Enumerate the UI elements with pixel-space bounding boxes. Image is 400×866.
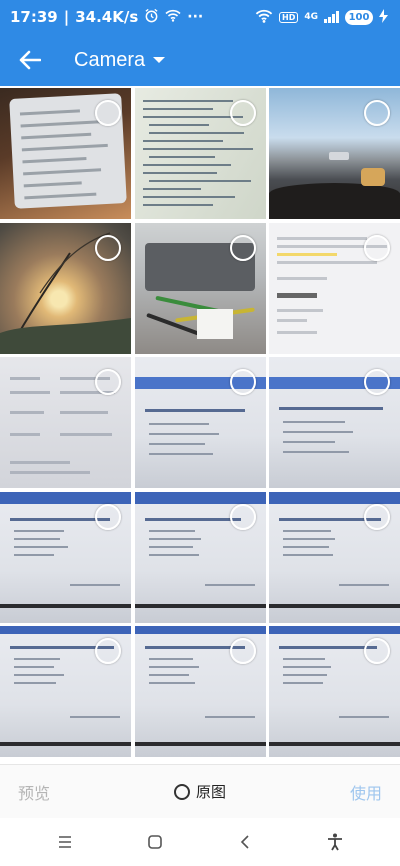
home-nav-button[interactable] xyxy=(135,822,175,862)
app-bar: Camera xyxy=(0,34,400,86)
photo-thumbnail[interactable] xyxy=(269,88,400,219)
select-checkbox[interactable] xyxy=(364,100,390,126)
photo-thumbnail[interactable] xyxy=(0,626,131,757)
album-title: Camera xyxy=(74,48,146,71)
network-type: 4G xyxy=(304,12,318,22)
photo-thumbnail[interactable] xyxy=(0,491,131,623)
select-checkbox[interactable] xyxy=(95,638,121,664)
select-checkbox[interactable] xyxy=(229,638,256,664)
status-right: HD 4G 100 xyxy=(255,8,388,26)
original-image-toggle[interactable]: 原图 xyxy=(173,781,226,802)
photo-thumbnail[interactable] xyxy=(134,88,266,219)
select-checkbox[interactable] xyxy=(364,369,390,395)
hd-badge: HD xyxy=(279,11,299,23)
photo-thumbnail[interactable] xyxy=(269,222,400,354)
photo-thumbnail[interactable] xyxy=(269,491,400,623)
photo-content xyxy=(269,183,400,219)
select-checkbox[interactable] xyxy=(364,638,390,664)
caret-down-icon xyxy=(153,57,166,63)
select-checkbox[interactable] xyxy=(229,234,256,261)
photo-thumbnail[interactable] xyxy=(0,357,131,488)
home-square-icon xyxy=(148,835,162,849)
signal-icon xyxy=(324,11,339,23)
photo-grid xyxy=(0,88,400,763)
menu-lines-icon xyxy=(59,836,71,848)
select-checkbox[interactable] xyxy=(229,503,256,530)
charging-icon xyxy=(379,8,388,26)
photo-thumbnail[interactable] xyxy=(269,357,400,488)
status-bar: 17:39 | 34.4K/s ··· HD 4G 100 xyxy=(0,0,400,34)
select-checkbox[interactable] xyxy=(95,234,121,261)
photo-thumbnail[interactable] xyxy=(269,626,400,757)
photo-thumbnail[interactable] xyxy=(134,222,266,354)
photo-thumbnail[interactable] xyxy=(134,491,266,623)
accessibility-icon xyxy=(328,833,342,851)
radio-unchecked-icon[interactable] xyxy=(173,783,190,800)
wifi-icon xyxy=(255,9,273,26)
alarm-icon xyxy=(144,8,159,27)
select-checkbox[interactable] xyxy=(229,100,256,126)
status-time: 17:39 xyxy=(10,8,58,26)
status-left: 17:39 | 34.4K/s ··· xyxy=(10,8,203,27)
select-checkbox[interactable] xyxy=(364,503,390,530)
use-button[interactable]: 使用 xyxy=(350,780,382,804)
more-dots-icon: ··· xyxy=(187,9,204,25)
photo-thumbnail[interactable] xyxy=(0,88,131,219)
select-checkbox[interactable] xyxy=(229,369,256,395)
select-checkbox[interactable] xyxy=(95,503,121,530)
menu-nav-button[interactable] xyxy=(45,822,85,862)
back-chevron-icon xyxy=(240,835,249,849)
bottom-action-bar: 预览 原图 使用 xyxy=(0,764,400,818)
preview-button[interactable]: 预览 xyxy=(18,780,50,804)
battery-icon: 100 xyxy=(345,9,373,25)
top-bar: 17:39 | 34.4K/s ··· HD 4G 100 Camera xyxy=(0,0,400,86)
photo-thumbnail[interactable] xyxy=(134,357,266,488)
original-image-label: 原图 xyxy=(195,783,226,801)
accessibility-nav-button[interactable] xyxy=(315,822,355,862)
select-checkbox[interactable] xyxy=(95,369,121,395)
select-checkbox[interactable] xyxy=(364,234,390,261)
status-separator: | xyxy=(63,8,70,26)
photo-thumbnail[interactable] xyxy=(0,222,131,354)
arrow-left-icon xyxy=(19,50,41,70)
system-nav-bar xyxy=(0,818,400,866)
back-button[interactable] xyxy=(2,38,58,82)
select-checkbox[interactable] xyxy=(95,100,121,126)
album-selector[interactable]: Camera xyxy=(74,48,166,72)
photo-thumbnail[interactable] xyxy=(134,626,266,757)
status-net-speed: 34.4K/s xyxy=(75,8,139,26)
wifi-small-icon xyxy=(165,8,181,26)
back-nav-button[interactable] xyxy=(225,822,265,862)
